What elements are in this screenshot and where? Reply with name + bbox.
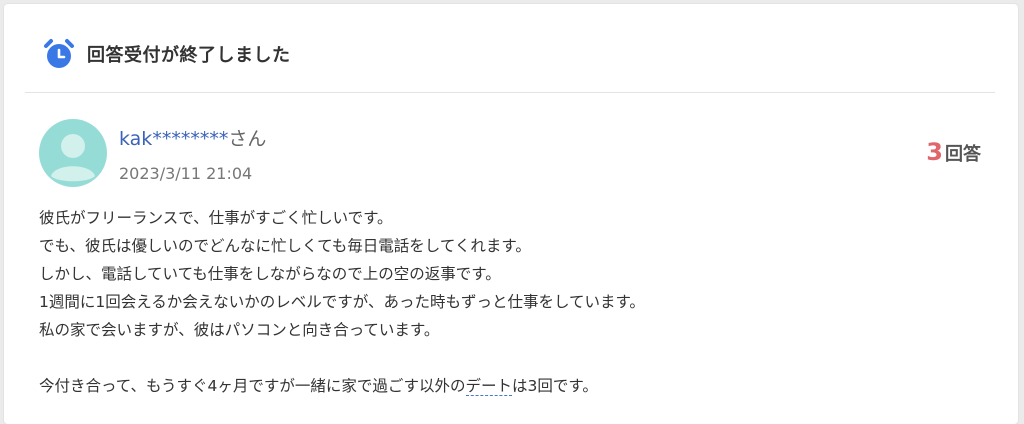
status-header: 回答受付が終了しました [41,34,291,74]
honorific: さん [228,128,267,150]
question-card: 回答受付が終了しました kak********さん 2023/3/11 21:0… [4,4,1018,424]
avatar[interactable] [39,119,107,187]
body-line: でも、彼氏は優しいのでどんなに忙しくても毎日電話をしてくれます。 [39,237,531,255]
body-line: 1週間に1回会えるか会えないかのレベルですが、あった時もずっと仕事をしています。 [39,293,645,311]
username-text[interactable]: kak******** [119,128,228,150]
body-text: 今付き合って、もうすぐ4ヶ月ですが一緒に家で過ごす以外の [39,377,466,395]
post-date: 2023/3/11 21:04 [119,164,253,183]
answer-count[interactable]: 3 回答 [926,138,981,166]
alarm-clock-icon [44,39,74,68]
status-title: 回答受付が終了しました [87,45,291,66]
body-line: しかし、電話していても仕事をしながらなので上の空の返事です。 [39,265,501,283]
body-text: は3回です。 [512,377,598,395]
question-body: 彼氏がフリーランスで、仕事がすごく忙しいです。 でも、彼氏は優しいのでどんなに忙… [39,204,979,400]
keyword-link[interactable]: デート [465,377,513,396]
body-line-last: 今付き合って、もうすぐ4ヶ月ですが一緒に家で過ごす以外のデートは3回です。 [39,372,979,400]
username[interactable]: kak********さん [119,124,266,151]
answer-count-number: 3 [926,138,943,166]
body-line: 私の家で会いますが、彼はパソコンと向き合っています。 [39,321,440,339]
divider [25,92,995,93]
answer-count-label: 回答 [945,144,981,165]
body-line: 彼氏がフリーランスで、仕事がすごく忙しいです。 [39,209,393,227]
